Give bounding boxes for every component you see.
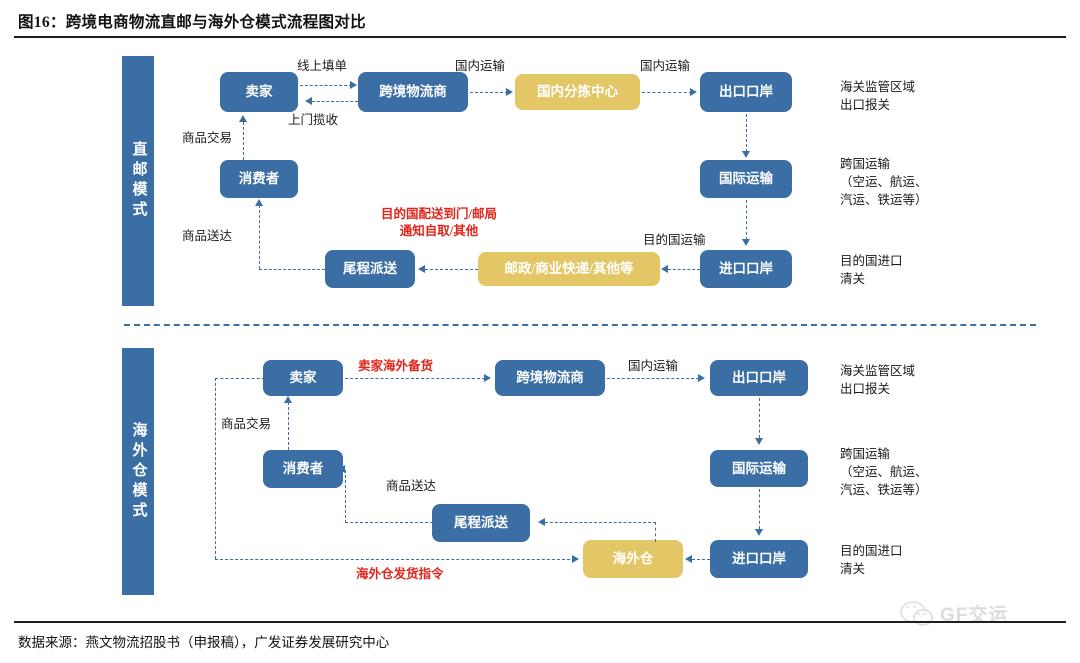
side-note-customs-export: 海关监管区域 出口报关	[840, 364, 916, 397]
arrow-left-icon	[661, 264, 668, 273]
arrow-up-icon	[238, 115, 247, 122]
node-consumer[interactable]: 消费者	[220, 160, 298, 198]
watermark: GF交运	[900, 600, 1008, 627]
arrow-down-icon	[754, 529, 763, 536]
edge-instruction-to-warehouse	[215, 559, 575, 560]
arrow-up-icon	[254, 199, 263, 206]
node-logistics[interactable]: 跨境物流商	[495, 360, 605, 396]
side-note-cross-border: 跨国运输 （空运、航运、 汽运、铁运等）	[840, 157, 928, 208]
note-dest-delivery-line2: 通知自取/其他	[399, 223, 479, 238]
note-dest-delivery: 目的国配送到门/邮局 通知自取/其他	[381, 206, 497, 240]
arrow-right-icon	[698, 373, 705, 382]
figure-canvas: 图16：跨境电商物流直邮与海外仓模式流程图对比 直邮模式 卖家 跨境物流商 国内…	[0, 0, 1080, 663]
edge-import-to-warehouse	[692, 559, 710, 560]
arrow-left-icon	[685, 554, 692, 563]
edge-export-to-intl	[759, 398, 760, 438]
title-rule	[14, 36, 1066, 38]
section-band-label: 海外仓模式	[130, 421, 147, 522]
edge-seller-to-logistics	[300, 85, 352, 86]
arrow-right-icon	[572, 554, 579, 563]
edge-logistics-to-seller	[312, 101, 358, 102]
edge-label-domestic-1: 国内运输	[628, 359, 679, 373]
node-sorting-center[interactable]: 国内分拣中心	[515, 74, 640, 110]
note-ship-instruction: 海外仓发货指令	[356, 567, 444, 581]
edge-seller-left-v	[215, 378, 216, 559]
node-import-port[interactable]: 进口口岸	[700, 250, 792, 288]
node-last-mile[interactable]: 尾程派送	[432, 504, 530, 542]
arrow-down-icon	[741, 239, 750, 246]
edge-label-online-form: 线上填单	[297, 59, 348, 73]
arrow-down-icon	[741, 151, 750, 158]
node-consumer[interactable]: 消费者	[263, 450, 343, 488]
edge-logistics-to-sorting	[470, 92, 508, 93]
edge-lastmile-to-consumer-h	[259, 269, 325, 270]
edge-label-goods-trade: 商品交易	[221, 417, 272, 431]
arrow-left-icon	[538, 517, 545, 526]
node-export-port[interactable]: 出口口岸	[700, 72, 792, 112]
edge-seller-to-logistics	[345, 378, 485, 379]
edge-import-to-courier	[668, 269, 700, 270]
edge-sorting-to-export	[642, 92, 692, 93]
edge-courier-to-lastmile	[425, 269, 478, 270]
edge-label-domestic-2: 国内运输	[640, 59, 691, 73]
node-intl-transport[interactable]: 国际运输	[710, 450, 808, 487]
source-note: 数据来源：燕文物流招股书（申报稿），广发证券发展研究中心	[18, 635, 390, 650]
edge-intl-to-import	[746, 200, 747, 240]
edge-label-domestic-1: 国内运输	[455, 59, 506, 73]
edge-warehouse-to-lastmile-h	[545, 522, 656, 523]
edge-seller-left-h	[215, 378, 265, 379]
section-divider	[124, 324, 1036, 326]
edge-label-pickup: 上门揽收	[288, 113, 339, 127]
edge-lastmile-path-h1	[345, 522, 433, 523]
node-courier[interactable]: 邮政/商业快递/其他等	[478, 252, 660, 286]
note-dest-delivery-line1: 目的国配送到门/邮局	[381, 207, 497, 221]
edge-lastmile-to-consumer-v	[259, 205, 260, 269]
node-seller[interactable]: 卖家	[220, 72, 298, 112]
edge-label-dest-transport: 目的国运输	[643, 233, 706, 247]
edge-logistics-to-export	[607, 378, 699, 379]
arrow-up-icon	[283, 396, 292, 403]
figure-title: 图16：跨境电商物流直邮与海外仓模式流程图对比	[18, 14, 366, 31]
edge-consumer-to-seller	[243, 122, 244, 160]
edge-intl-to-import	[759, 489, 760, 529]
arrow-left-icon	[305, 96, 312, 105]
node-import-port[interactable]: 进口口岸	[710, 540, 808, 578]
section-band-direct-mail: 直邮模式	[122, 56, 154, 306]
arrow-right-icon	[484, 373, 491, 382]
arrow-right-icon	[690, 87, 697, 96]
watermark-label: GF交运	[940, 605, 1009, 626]
section-band-label: 直邮模式	[130, 141, 147, 221]
node-overseas-warehouse[interactable]: 海外仓	[583, 540, 683, 578]
wechat-icon	[900, 600, 934, 627]
side-note-dest-customs: 目的国进口 清关	[840, 254, 903, 287]
edge-consumer-to-seller	[288, 402, 289, 450]
side-note-dest-customs: 目的国进口 清关	[840, 544, 903, 577]
edge-warehouse-to-lastmile-v	[655, 522, 656, 542]
arrow-right-icon	[506, 87, 513, 96]
side-note-cross-border: 跨国运输 （空运、航运、 汽运、铁运等）	[840, 447, 928, 498]
arrow-left-icon	[418, 264, 425, 273]
node-logistics[interactable]: 跨境物流商	[358, 72, 468, 112]
edge-label-goods-trade: 商品交易	[182, 131, 233, 145]
node-intl-transport[interactable]: 国际运输	[700, 160, 792, 198]
edge-export-to-intl	[746, 114, 747, 152]
edge-lastmile-path-v	[345, 470, 346, 523]
section-band-overseas-warehouse: 海外仓模式	[122, 348, 154, 595]
source-rule	[14, 621, 1066, 623]
edge-label-goods-delivered: 商品送达	[182, 229, 233, 243]
node-last-mile[interactable]: 尾程派送	[325, 250, 415, 288]
edge-label-goods-delivered: 商品送达	[386, 479, 437, 493]
side-note-customs-export: 海关监管区域 出口报关	[840, 80, 916, 113]
arrow-left-icon	[338, 464, 345, 473]
node-seller[interactable]: 卖家	[263, 360, 343, 396]
note-overseas-stock: 卖家海外备货	[358, 359, 434, 373]
arrow-down-icon	[754, 438, 763, 445]
node-export-port[interactable]: 出口口岸	[710, 360, 808, 396]
arrow-right-icon	[350, 80, 357, 89]
